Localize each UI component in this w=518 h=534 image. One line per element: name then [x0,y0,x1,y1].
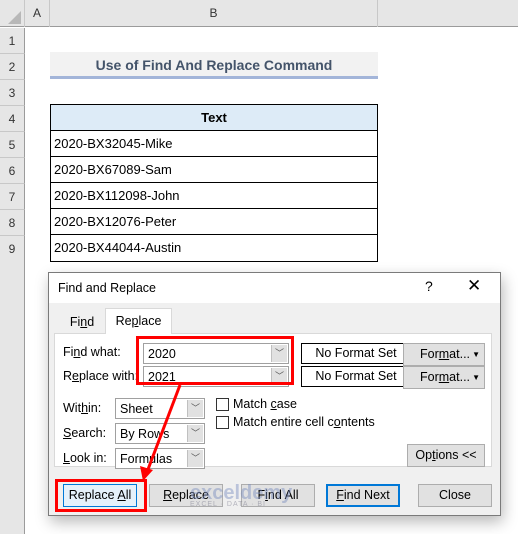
table-cell[interactable]: 2020-BX67089-Sam [51,157,377,183]
help-icon[interactable]: ? [425,278,433,294]
chevron-down-icon[interactable]: ﹀ [187,400,203,417]
within-label: Within: [63,401,102,415]
table-header[interactable]: Text [51,105,377,131]
row-header-3[interactable]: 3 [0,80,25,106]
row-header-1[interactable]: 1 [0,28,25,54]
row-header-4[interactable]: 4 [0,106,25,132]
row-header-5[interactable]: 5 [0,132,25,158]
dialog-titlebar[interactable]: Find and Replace ? ✕ [49,273,500,303]
tab-replace[interactable]: Replace [105,308,172,334]
match-entire-checkbox[interactable] [216,416,229,429]
row-header-2[interactable]: 2 [0,54,25,80]
highlight-replace-all [55,479,147,512]
find-format-button[interactable]: Format... ▼ [403,343,485,366]
find-next-button[interactable]: Find Next [326,484,400,507]
dropdown-arrow-icon: ▼ [472,350,480,359]
dropdown-arrow-icon: ▼ [472,373,480,382]
match-case-checkbox[interactable] [216,398,229,411]
chevron-down-icon[interactable]: ﹀ [187,450,203,467]
chevron-down-icon[interactable]: ﹀ [187,425,203,442]
watermark-logo: exceldemy EXCEL · DATA · BI [190,482,292,508]
row-header-9[interactable]: 9 [0,236,25,262]
sheet-title[interactable]: Use of Find And Replace Command [50,52,378,79]
column-header-row: A B [0,0,518,27]
replace-format-status: No Format Set [301,366,411,387]
dialog-title: Find and Replace [58,281,156,295]
close-icon[interactable]: ✕ [467,276,481,296]
tab-find[interactable]: Find [61,312,103,334]
row-header-filler [0,261,25,534]
search-select[interactable]: By Rows ﹀ [115,423,205,444]
table-cell[interactable]: 2020-BX44044-Austin [51,235,377,261]
options-button[interactable]: Options << [407,444,485,467]
search-label: Search: [63,426,107,440]
table-cell[interactable]: 2020-BX12076-Peter [51,209,377,235]
look-in-label: Look in: [63,451,107,465]
row-header-7[interactable]: 7 [0,184,25,210]
look-in-value: Formulas [120,452,173,466]
search-value: By Rows [120,427,170,441]
find-what-label: Find what: [63,345,121,359]
replace-format-button[interactable]: Format... ▼ [403,366,485,389]
table-cell[interactable]: 2020-BX32045-Mike [51,131,377,157]
table-cell[interactable]: 2020-BX112098-John [51,183,377,209]
data-table: Text 2020-BX32045-Mike 2020-BX67089-Sam … [50,104,378,262]
close-button[interactable]: Close [418,484,492,507]
row-header-8[interactable]: 8 [0,210,25,236]
column-header-b[interactable]: B [50,0,378,27]
find-format-status: No Format Set [301,343,411,364]
within-select[interactable]: Sheet ﹀ [115,398,205,419]
within-value: Sheet [120,402,153,416]
match-case-label[interactable]: Match case [233,397,297,411]
look-in-select[interactable]: Formulas ﹀ [115,448,205,469]
match-entire-label[interactable]: Match entire cell contents [233,415,375,429]
row-header-6[interactable]: 6 [0,158,25,184]
replace-with-label: Replace with: [63,369,139,383]
column-header-a[interactable]: A [25,0,50,27]
highlight-find-replace-fields [136,336,294,385]
select-all-corner[interactable] [0,0,25,27]
